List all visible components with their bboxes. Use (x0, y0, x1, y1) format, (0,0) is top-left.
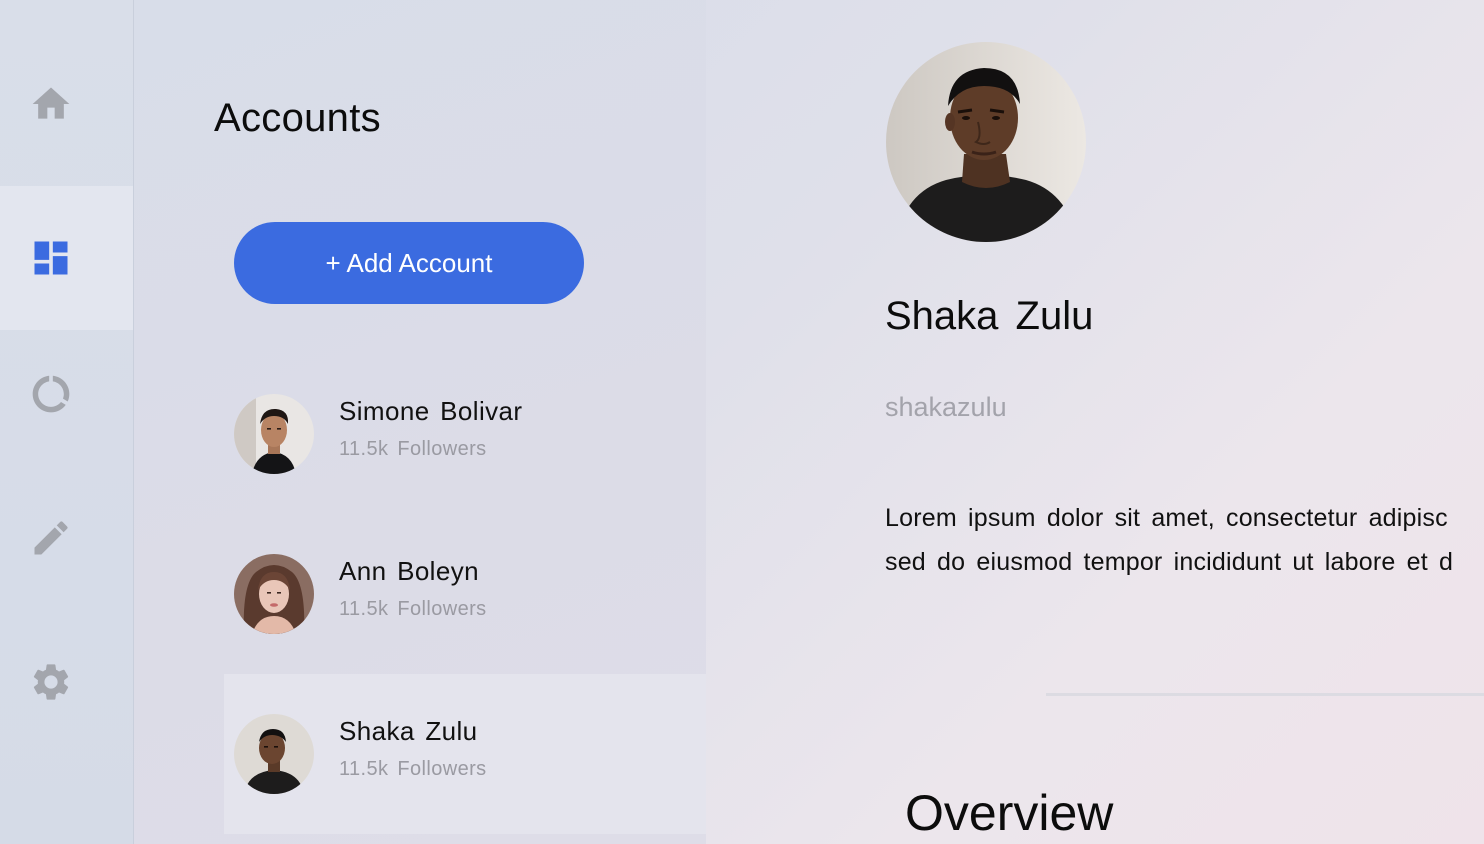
add-account-button[interactable]: + Add Account (234, 222, 584, 304)
dashboard-icon (34, 241, 67, 275)
account-detail-panel: Shaka Zulu shakazulu Lorem ipsum dolor s… (706, 0, 1484, 844)
account-followers: 11.5k Followers (339, 438, 487, 460)
nav-settings[interactable] (0, 610, 133, 754)
overview-heading: Overview (905, 785, 1114, 841)
nav-analytics[interactable] (0, 322, 133, 466)
profile-bio: Lorem ipsum dolor sit amet, consectetur … (885, 496, 1484, 584)
account-name: Ann Boleyn (339, 556, 479, 586)
icon-sidebar (0, 0, 134, 844)
avatar (234, 394, 314, 474)
profile-bio-line: sed do eiusmod tempor incididunt ut labo… (885, 548, 1454, 576)
avatar (234, 714, 314, 794)
account-followers: 11.5k Followers (339, 598, 487, 620)
profile-name: Shaka Zulu (885, 294, 1094, 338)
account-row-simone-bolivar[interactable]: Simone Bolivar 11.5k Followers (224, 354, 706, 514)
home-icon (32, 87, 69, 119)
settings-icon (33, 664, 68, 700)
chart-ring-icon (32, 375, 69, 413)
profile-bio-line: Lorem ipsum dolor sit amet, consectetur … (885, 504, 1448, 532)
account-row-shaka-zulu[interactable]: Shaka Zulu 11.5k Followers (224, 674, 706, 834)
accounts-panel: Accounts + Add Account Simone Bolivar 11… (134, 0, 706, 844)
profile-avatar (886, 42, 1086, 242)
accounts-title: Accounts (214, 96, 381, 140)
account-name: Simone Bolivar (339, 396, 523, 426)
account-row-ann-boleyn[interactable]: Ann Boleyn 11.5k Followers (224, 514, 706, 674)
profile-handle: shakazulu (885, 392, 1007, 422)
nav-dashboard[interactable] (0, 186, 133, 330)
account-followers: 11.5k Followers (339, 758, 487, 780)
divider (1046, 693, 1484, 696)
edit-icon (34, 521, 68, 555)
nav-edit[interactable] (0, 466, 133, 610)
avatar (234, 554, 314, 634)
account-name: Shaka Zulu (339, 716, 478, 746)
nav-home[interactable] (0, 32, 133, 176)
